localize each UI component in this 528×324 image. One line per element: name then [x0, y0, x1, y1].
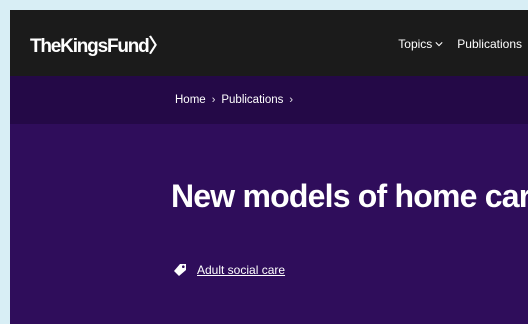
breadcrumb-home[interactable]: Home [175, 94, 206, 106]
breadcrumb: Home › Publications › [175, 94, 293, 106]
nav-topics-label: Topics [398, 37, 433, 51]
breadcrumb-publications[interactable]: Publications [221, 94, 283, 106]
page-frame: TheKingsFund〉 Topics Publications Home ›… [10, 10, 528, 324]
page-title: New models of home care [171, 178, 528, 214]
nav-topics[interactable]: Topics [398, 37, 443, 51]
topic-tag: Adult social care [173, 263, 285, 277]
nav-publications-label: Publications [457, 37, 522, 51]
breadcrumb-separator: › [211, 94, 216, 106]
breadcrumb-band: Home › Publications › [10, 76, 528, 124]
main-nav: Topics Publications [398, 37, 522, 51]
logo-mark: 〉 [148, 36, 168, 57]
tag-adult-social-care-link[interactable]: Adult social care [197, 263, 285, 277]
site-header: TheKingsFund〉 Topics Publications [10, 10, 528, 76]
logo-text: TheKingsFund [30, 36, 150, 57]
tag-icon [174, 264, 186, 276]
nav-publications[interactable]: Publications [457, 37, 522, 51]
kings-fund-logo[interactable]: TheKingsFund〉 [30, 31, 168, 58]
chevron-down-icon [435, 42, 443, 47]
breadcrumb-separator: › [289, 94, 294, 106]
